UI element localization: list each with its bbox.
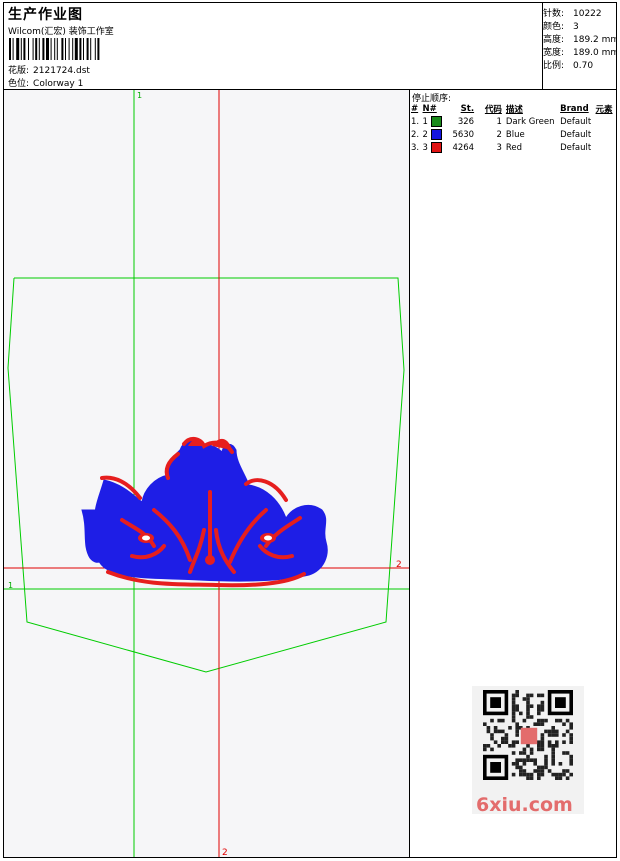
stat-stitches: 针数: 10222 (543, 9, 602, 19)
stat-colors: 颜色: 3 (543, 22, 579, 32)
axis-label-red-right: 2 (396, 560, 402, 570)
design-value: 2121724.dst (33, 66, 90, 76)
col-header: N# (422, 103, 437, 114)
colorway: 色位: Colorway 1 (8, 76, 83, 89)
axis-label-red-bottom: 2 (222, 848, 228, 857)
colorway-label: 色位: (8, 79, 30, 89)
design-file: 花版: 2121724.dst (8, 63, 90, 76)
color-swatch (430, 116, 442, 127)
table-row: 1. 1 326 1 Dark Green Default (411, 116, 592, 127)
stat-height: 高度: 189.2 mm (543, 35, 617, 45)
col-header: St. (460, 103, 475, 114)
production-worksheet: 生产作业图 Wilcom(汇宏) 装饰工作室 花版: 2121724.dst 色位… (3, 2, 617, 858)
table-header-row: # N# St. 代码 描述 Brand 元素 (411, 102, 616, 115)
barcode (9, 38, 100, 60)
studio-name: Wilcom(汇宏) 装饰工作室 (8, 27, 114, 37)
stat-width: 宽度: 189.0 mm (543, 48, 617, 58)
table-row: 3. 3 4264 3 Red Default (411, 142, 592, 153)
col-header: # (411, 103, 419, 114)
design-label: 花版: (8, 66, 30, 76)
color-swatch (430, 129, 442, 140)
axis-label-green-top: 1 (137, 91, 142, 100)
colorway-value: Colorway 1 (33, 79, 84, 89)
stop-sequence-panel: 停止顺序: # N# St. 代码 描述 Brand 元素 1. 1 326 1… (409, 90, 616, 158)
stop-sequence-table: # N# St. 代码 描述 Brand 元素 1. 1 326 1 Dark … (411, 102, 616, 154)
table-row: 2. 2 5630 2 Blue Default (411, 129, 592, 140)
stat-scale: 比例: 0.70 (543, 61, 594, 71)
stats-panel: 针数: 10222 颜色: 3 高度: 189.2 mm 宽度: 189.0 mm 比例… (542, 3, 617, 89)
watermark-text: 6xiu.com (476, 794, 573, 816)
header: 生产作业图 Wilcom(汇宏) 装饰工作室 花版: 2121724.dst 色位… (4, 3, 616, 90)
design-canvas: 1 1 2 2 (4, 90, 409, 857)
axis-label-green-left: 1 (8, 581, 13, 590)
col-header: Brand (560, 103, 589, 114)
col-header: 代码 (484, 104, 502, 115)
col-header: 描述 (505, 104, 523, 115)
color-swatch (430, 142, 442, 153)
page-title: 生产作业图 (8, 7, 83, 23)
col-header: 元素 (595, 104, 613, 115)
embroidery-motif (81, 437, 328, 588)
